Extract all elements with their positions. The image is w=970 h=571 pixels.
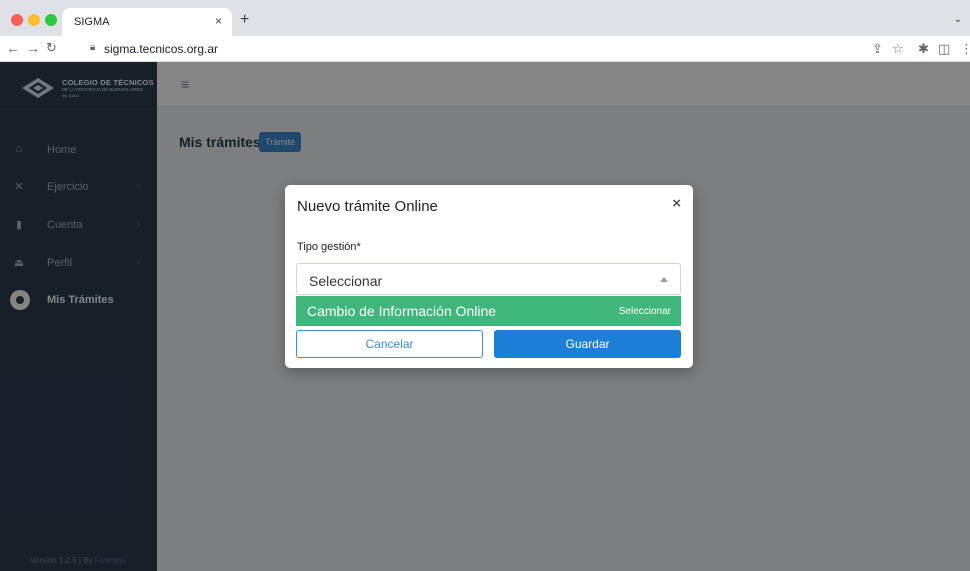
browser-menu-icon[interactable]: ⋮ <box>960 41 970 57</box>
browser-tab[interactable]: SIGMA × <box>62 8 232 36</box>
tipo-gestion-select[interactable]: Seleccionar <box>296 263 681 295</box>
option-label: Cambio de Información Online <box>307 303 497 319</box>
new-tramite-modal: Nuevo trámite Online × Tipo gestión* Sel… <box>285 185 693 368</box>
tab-close-icon[interactable]: × <box>215 14 222 28</box>
maximize-window-button[interactable] <box>45 14 57 26</box>
select-option-cambio-informacion[interactable]: Cambio de Información Online Seleccionar <box>296 296 681 326</box>
tipo-gestion-label: Tipo gestión* <box>297 241 361 253</box>
option-hint: Seleccionar <box>618 306 671 317</box>
close-icon[interactable]: × <box>672 195 681 212</box>
close-window-button[interactable] <box>11 14 23 26</box>
browser-tab-bar: SIGMA × + ⌄ <box>0 0 970 36</box>
forward-icon[interactable]: → <box>26 40 40 56</box>
sidepanel-icon[interactable]: ◫ <box>938 41 950 57</box>
select-value: Seleccionar <box>309 273 383 289</box>
cancel-button[interactable]: Cancelar <box>296 330 483 358</box>
tab-search-icon[interactable]: ⌄ <box>954 14 962 25</box>
back-icon[interactable]: ← <box>6 40 20 56</box>
new-tab-icon[interactable]: + <box>240 11 249 29</box>
minimize-window-button[interactable] <box>28 14 40 26</box>
bookmark-star-icon[interactable]: ☆ <box>892 41 904 57</box>
address-bar: ← → ↻ 🔒︎ sigma.tecnicos.org.ar ⇪ ☆ ✱ ◫ ⋮ <box>0 36 970 62</box>
lock-icon: 🔒︎ <box>90 42 96 53</box>
caret-up-icon <box>660 277 668 282</box>
extensions-icon[interactable]: ✱ <box>918 41 929 57</box>
modal-title: Nuevo trámite Online <box>297 198 438 215</box>
tab-title: SIGMA <box>74 16 110 28</box>
reload-icon[interactable]: ↻ <box>46 40 57 56</box>
save-button[interactable]: Guardar <box>494 330 681 358</box>
url-text[interactable]: sigma.tecnicos.org.ar <box>104 42 218 56</box>
share-icon[interactable]: ⇪ <box>872 41 883 57</box>
